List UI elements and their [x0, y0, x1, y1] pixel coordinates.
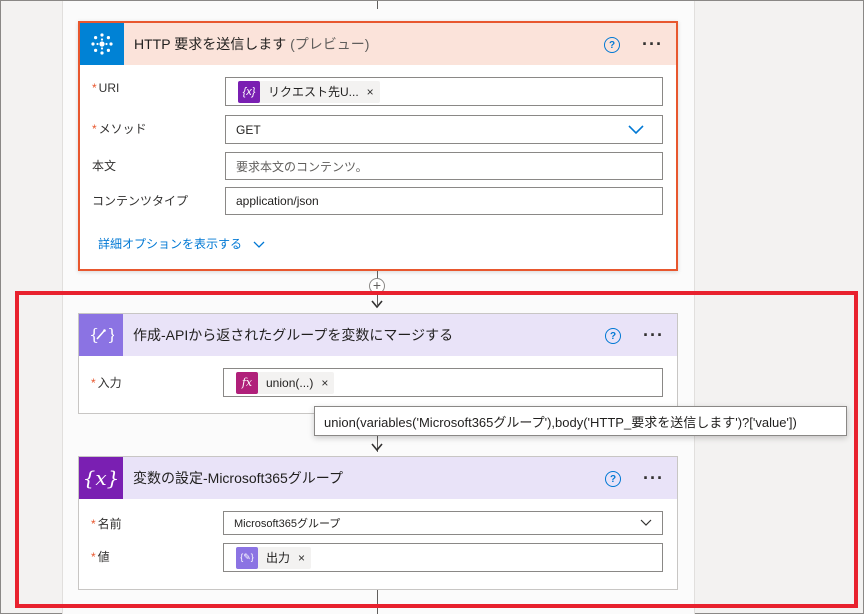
content-type-label: コンテンツタイプ: [92, 194, 189, 208]
variable-name-select[interactable]: Microsoft365グループ: [223, 511, 663, 535]
help-icon[interactable]: ?: [605, 328, 621, 344]
help-icon[interactable]: ?: [605, 471, 621, 487]
compose-card-title: 作成-APIから返されたグループを変数にマージする: [133, 327, 454, 343]
remove-token-icon[interactable]: ×: [298, 551, 305, 565]
http-card-header[interactable]: HTTP 要求を送信します (プレビュー) ? ···: [80, 23, 676, 65]
uri-field[interactable]: {x} リクエスト先U... ×: [225, 77, 663, 106]
output-token[interactable]: {✎} 出力 ×: [236, 546, 312, 569]
uri-label: * URI: [92, 81, 120, 95]
method-select[interactable]: GET: [225, 115, 663, 144]
set-variable-card-title: 変数の設定-Microsoft365グループ: [133, 470, 343, 486]
http-card-title: HTTP 要求を送信します (プレビュー): [134, 36, 370, 52]
set-variable-card-header[interactable]: {𝑥} 変数の設定-Microsoft365グループ ? ···: [79, 457, 677, 499]
preview-tag: (プレビュー): [290, 36, 370, 52]
svg-text:}: }: [107, 325, 114, 344]
uri-token[interactable]: {x} リクエスト先U... ×: [238, 80, 380, 103]
method-label: * メソッド: [92, 122, 147, 136]
chevron-down-icon: [253, 241, 265, 248]
remove-token-icon[interactable]: ×: [367, 85, 374, 99]
http-action-card[interactable]: HTTP 要求を送信します (プレビュー) ? ··· * URI {x} リクエ…: [78, 21, 678, 271]
connector-line: [377, 1, 378, 9]
compose-action-card[interactable]: { } 作成-APIから返されたグループを変数にマージする ? ··· *入力 …: [78, 313, 678, 414]
name-label: * 名前: [91, 517, 122, 531]
compose-icon: { }: [79, 314, 123, 356]
body-label: 本文: [92, 159, 117, 173]
value-label: * 値: [91, 550, 110, 564]
arrow-down-icon: [371, 300, 383, 309]
advanced-options-link[interactable]: 詳細オプションを表示する: [98, 235, 265, 252]
body-input[interactable]: 要求本文のコンテンツ。: [225, 152, 663, 180]
connector-line: [377, 590, 378, 614]
expression-tooltip: union(variables('Microsoft365グループ'),body…: [314, 406, 847, 436]
compose-input-field[interactable]: fx union(...) ×: [223, 368, 663, 397]
variable-token-icon: {x}: [238, 80, 260, 103]
svg-text:{: {: [89, 325, 99, 344]
more-options-icon[interactable]: ···: [643, 326, 664, 344]
input-label: * 入力: [91, 376, 122, 390]
fx-icon: fx: [236, 371, 258, 394]
more-options-icon[interactable]: ···: [643, 469, 664, 487]
help-icon[interactable]: ?: [604, 37, 620, 53]
compose-icon: {✎}: [236, 546, 258, 569]
set-variable-card[interactable]: {𝑥} 変数の設定-Microsoft365グループ ? ··· * 名前 Mic…: [78, 456, 678, 590]
variable-value-field[interactable]: {✎} 出力 ×: [223, 543, 663, 572]
more-options-icon[interactable]: ···: [642, 35, 663, 53]
variable-icon: {𝑥}: [79, 457, 123, 499]
compose-card-header[interactable]: { } 作成-APIから返されたグループを変数にマージする ? ···: [79, 314, 677, 356]
http-globe-icon: [80, 23, 124, 65]
chevron-down-icon: [628, 125, 644, 135]
expression-token[interactable]: fx union(...) ×: [236, 371, 335, 394]
chevron-down-icon: [640, 519, 652, 526]
remove-token-icon[interactable]: ×: [321, 376, 328, 390]
add-step-icon[interactable]: +: [369, 278, 385, 294]
content-type-input[interactable]: application/json: [225, 187, 663, 215]
arrow-down-icon: [371, 443, 383, 452]
